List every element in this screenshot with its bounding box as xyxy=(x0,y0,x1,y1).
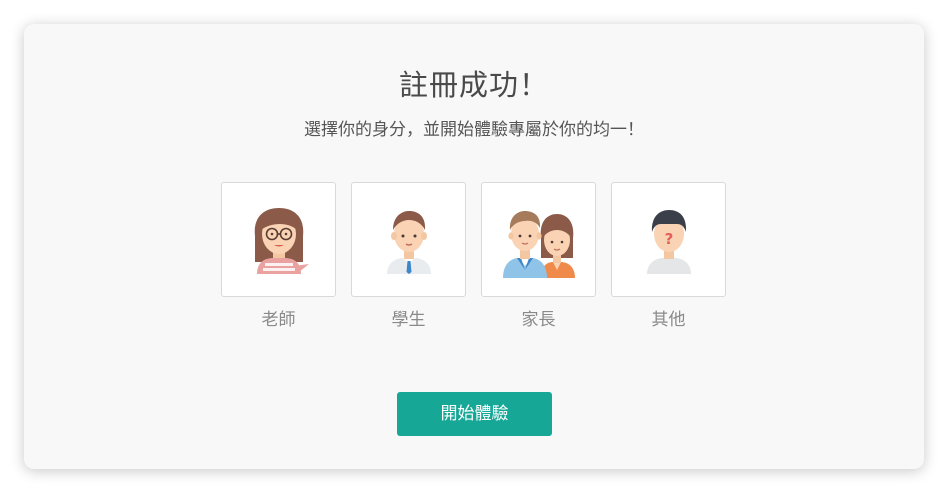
role-selection-dialog: 註冊成功！ 選擇你的身分，並開始體驗專屬於你的均一！ 老師 學生 家長 ? 其他… xyxy=(24,24,924,469)
svg-text:?: ? xyxy=(664,230,673,248)
role-option-student[interactable]: 學生 xyxy=(351,182,466,330)
start-experience-button[interactable]: 開始體驗 xyxy=(397,392,552,436)
role-card-other[interactable]: ? xyxy=(611,182,726,297)
role-card-student[interactable] xyxy=(351,182,466,297)
role-label-student: 學生 xyxy=(391,310,426,330)
role-card-parent[interactable] xyxy=(481,182,596,297)
role-card-teacher[interactable] xyxy=(221,182,336,297)
role-option-other[interactable]: ? 其他 xyxy=(611,182,726,330)
dialog-subtitle: 選擇你的身分，並開始體驗專屬於你的均一！ xyxy=(304,120,644,140)
role-option-parent[interactable]: 家長 xyxy=(481,182,596,330)
teacher-avatar-icon xyxy=(254,207,309,274)
role-label-parent: 家長 xyxy=(521,310,556,330)
role-label-other: 其他 xyxy=(651,310,686,330)
dialog-title: 註冊成功！ xyxy=(398,68,549,102)
student-avatar-icon xyxy=(386,210,431,274)
role-option-teacher[interactable]: 老師 xyxy=(221,182,336,330)
role-label-teacher: 老師 xyxy=(261,310,296,330)
role-options: 老師 學生 家長 ? 其他 xyxy=(221,182,731,332)
other-avatar-icon: ? xyxy=(646,209,691,274)
parent-avatar-icon xyxy=(502,210,575,278)
